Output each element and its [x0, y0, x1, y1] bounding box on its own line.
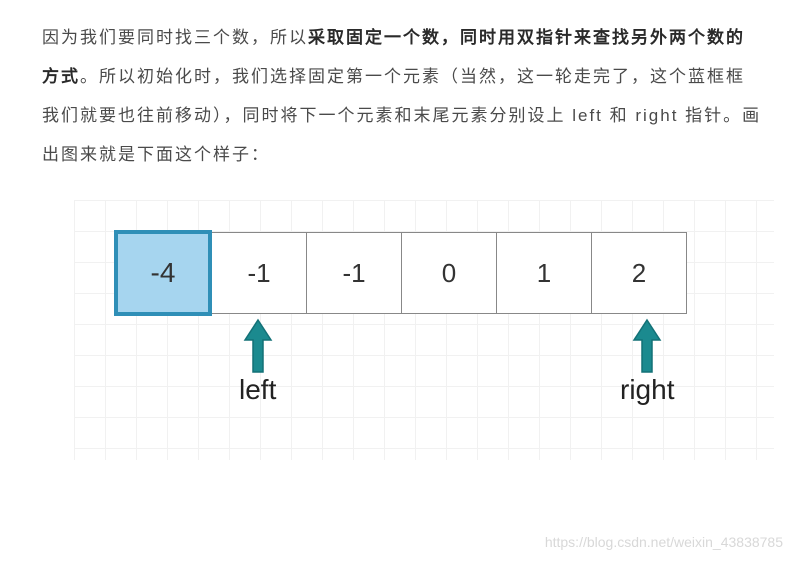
array-cell: -1	[211, 232, 307, 314]
arrow-up-icon	[630, 318, 664, 376]
paragraph-part2: 。所以初始化时，我们选择固定第一个元素（当然，这一轮走完了，这个蓝框框我们就要也…	[42, 67, 761, 164]
explanation-paragraph: 因为我们要同时找三个数，所以采取固定一个数，同时用双指针来查找另外两个数的方式。…	[42, 18, 763, 174]
array-cell: 0	[401, 232, 497, 314]
paragraph-part1: 因为我们要同时找三个数，所以	[42, 28, 308, 47]
array-diagram: -4 -1 -1 0 1 2 left right	[114, 220, 734, 450]
right-pointer-label: right	[620, 374, 674, 406]
watermark-text: https://blog.csdn.net/weixin_43838785	[545, 534, 783, 550]
left-pointer-group: left	[239, 318, 276, 406]
array-cell: -1	[306, 232, 402, 314]
arrow-up-icon	[241, 318, 275, 376]
array-cell: 1	[496, 232, 592, 314]
right-pointer-group: right	[620, 318, 674, 406]
array-cell: 2	[591, 232, 687, 314]
array-cell-fixed: -4	[114, 230, 212, 316]
left-pointer-label: left	[239, 374, 276, 406]
array-cells: -4 -1 -1 0 1 2	[114, 232, 687, 316]
